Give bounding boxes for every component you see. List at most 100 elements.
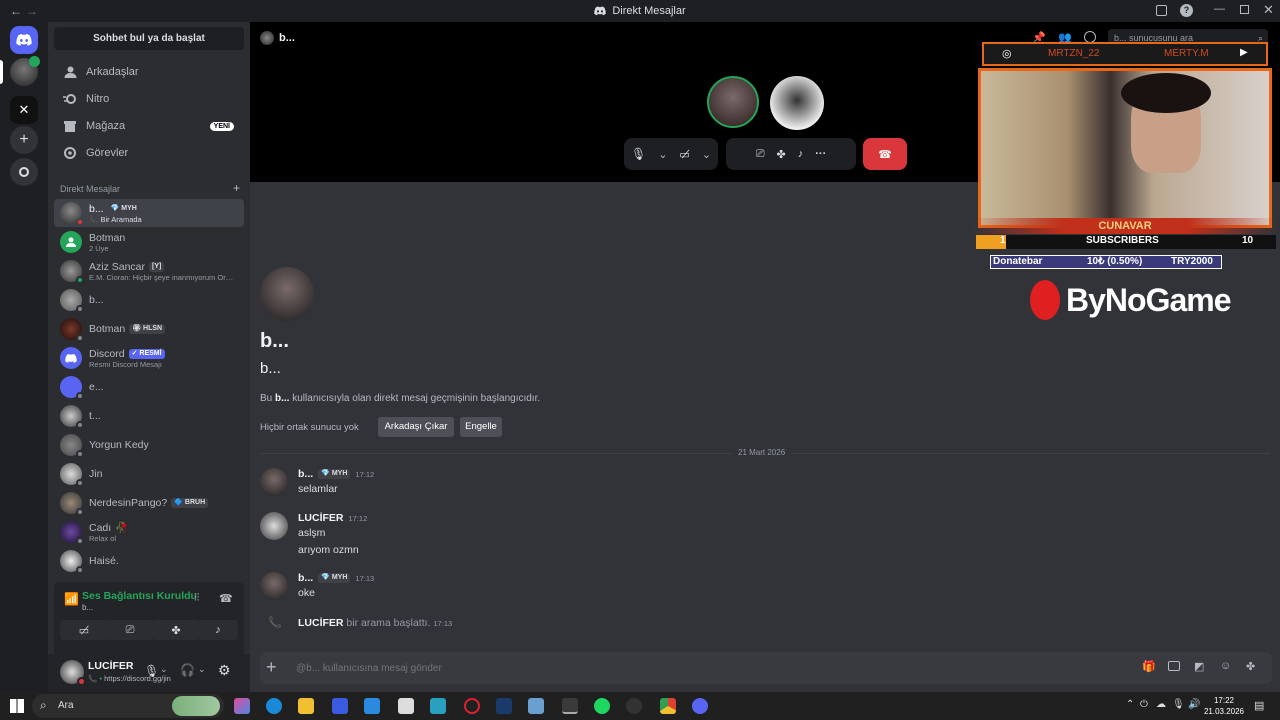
message-author[interactable]: b...	[298, 572, 313, 584]
discord-taskbar-icon[interactable]	[692, 698, 708, 714]
call-server-avatar[interactable]	[10, 56, 40, 86]
dm-item[interactable]: e...	[54, 373, 244, 401]
taskbar-search[interactable]: ⌕ Ara	[32, 694, 224, 718]
chevron-down-icon[interactable]: ⌄	[198, 664, 206, 675]
spotify-icon[interactable]	[594, 698, 610, 714]
headphones-icon[interactable]: 🎧	[180, 663, 195, 677]
noise-suppression-icon[interactable]: ⫶⫶	[194, 592, 200, 605]
dm-item[interactable]: Discord ✓ RESMİ Resmi Discord Mesajı	[54, 344, 244, 372]
dm-item[interactable]: b... 💎 MYH 📞 Bir Aramada	[54, 199, 244, 227]
server-icon-wings[interactable]: ✕	[10, 96, 38, 124]
screenshare-button[interactable]: ⎚	[106, 620, 154, 640]
sticker-icon[interactable]: ◩	[1194, 660, 1204, 673]
add-server-icon[interactable]: +	[10, 126, 38, 154]
subs-goal: 10	[1242, 235, 1254, 246]
app-icon[interactable]	[528, 698, 544, 714]
close-button[interactable]: ✕	[1263, 2, 1274, 18]
store-icon[interactable]	[332, 698, 348, 714]
header-name[interactable]: b...	[279, 32, 295, 44]
volume-icon[interactable]: 🔊	[1188, 699, 1200, 710]
chrome-icon[interactable]	[660, 698, 676, 714]
explore-icon[interactable]	[10, 158, 38, 186]
maximize-button[interactable]	[1240, 5, 1249, 14]
app-icon[interactable]	[626, 698, 642, 714]
find-conversation-button[interactable]: Sohbet bul ya da başlat	[54, 27, 244, 50]
security-icon[interactable]	[398, 698, 414, 714]
dm-item[interactable]: Cadı 🥀 Relax ol	[54, 518, 244, 546]
gift-icon[interactable]: 🎁	[1142, 660, 1156, 673]
message-input[interactable]	[296, 658, 996, 678]
block-button[interactable]: Engelle	[460, 417, 502, 437]
message-avatar[interactable]	[260, 512, 288, 540]
message[interactable]: b... 💎 MYH 17:12 selamlar	[260, 468, 860, 504]
clock-date[interactable]: 21.03.2026	[1200, 707, 1248, 716]
microphone-icon[interactable]: 🎙	[1172, 699, 1185, 710]
attach-plus-icon[interactable]: +	[266, 657, 277, 678]
soundboard-button[interactable]: ♪	[198, 620, 238, 640]
emoji-icon[interactable]: ☺	[1220, 660, 1231, 672]
message-author[interactable]: LUCİFER	[298, 512, 344, 524]
dm-item[interactable]: Yorgun Kedy	[54, 431, 244, 459]
message-avatar[interactable]	[260, 572, 288, 600]
dm-item[interactable]: Jin	[54, 460, 244, 488]
copilot-icon[interactable]	[234, 698, 250, 714]
nav-friends[interactable]: Arkadaşlar	[54, 60, 244, 84]
file-explorer-icon[interactable]	[298, 698, 314, 714]
voice-status[interactable]: Ses Bağlantısı Kuruldu	[82, 590, 197, 602]
voice-channel[interactable]: b...	[82, 603, 93, 612]
apps-icon[interactable]: ✤	[1246, 660, 1255, 673]
create-dm-icon[interactable]: +	[233, 182, 240, 194]
call-participant-avatar[interactable]	[770, 76, 824, 130]
subscriber-bar: 1 SUBSCRIBERS 10	[976, 235, 1276, 249]
inbox-icon[interactable]	[1156, 5, 1167, 16]
message-author[interactable]: b...	[298, 468, 313, 480]
hang-up-button[interactable]: ☎	[863, 138, 907, 170]
gif-icon[interactable]	[1168, 661, 1180, 671]
dm-sub: Relax ol	[89, 534, 117, 543]
tray-icon[interactable]: ☁	[1156, 699, 1166, 710]
tray-icon[interactable]: ⏻	[1140, 699, 1148, 710]
guild-tag-label: MYH	[331, 574, 348, 581]
chevron-down-icon[interactable]: ⌄	[160, 664, 168, 675]
microphone-icon[interactable]: 🎙	[144, 664, 159, 678]
activities-button[interactable]: ✤	[152, 620, 200, 640]
nav-shop[interactable]: Mağaza YENİ	[54, 114, 244, 138]
opera-icon[interactable]	[464, 698, 480, 714]
dm-item[interactable]: Botman 2 Üye	[54, 228, 244, 256]
dm-item[interactable]: Aziz Sancar [Y] E.M. Cioran: Hiçbir şeye i…	[54, 257, 244, 285]
dm-item[interactable]: t...	[54, 402, 244, 430]
clock-time[interactable]: 17:22	[1204, 696, 1244, 705]
message[interactable]: LUCİFER 17:12 aslşm arıyom ozmn	[260, 512, 860, 562]
message-avatar[interactable]	[260, 468, 288, 496]
call-participant-avatar[interactable]	[707, 76, 759, 128]
dm-home-button[interactable]	[10, 26, 38, 54]
official-badge: ✓ RESMİ	[128, 348, 165, 359]
call-event-author[interactable]: LUCİFER	[298, 617, 344, 629]
help-icon[interactable]: ?	[1180, 4, 1193, 17]
user-avatar[interactable]	[60, 660, 86, 686]
nav-nitro[interactable]: Nitro	[54, 87, 244, 111]
name-banner: CUNAVAR	[972, 218, 1278, 234]
settings-gear-icon[interactable]: ⚙	[218, 662, 231, 679]
shop-icon	[60, 120, 80, 132]
mic-control[interactable]: 🎙 ⌄ ▭̸ ⌄	[624, 138, 718, 170]
dm-item[interactable]: Haisé.	[54, 547, 244, 575]
disconnect-icon[interactable]: ☎	[219, 592, 233, 605]
obs-icon[interactable]	[562, 698, 578, 714]
steam-icon[interactable]	[496, 698, 512, 714]
call-actions[interactable]: ⎚ ✤ ♪ ···	[726, 138, 856, 170]
nav-quests[interactable]: Görevler	[54, 141, 244, 165]
mail-icon[interactable]	[364, 698, 380, 714]
edge-icon[interactable]	[266, 698, 282, 714]
dm-item[interactable]: b...	[54, 286, 244, 314]
tray-chevron-icon[interactable]: ⌃	[1126, 699, 1134, 710]
windows-start-icon[interactable]	[10, 699, 24, 713]
notification-icon[interactable]: ▤	[1254, 699, 1264, 712]
message[interactable]: b... 💎 MYH 17:13 oke	[260, 572, 860, 602]
minimize-button[interactable]: —	[1214, 3, 1225, 15]
remove-friend-button[interactable]: Arkadaşı Çıkar	[378, 417, 454, 437]
dm-item[interactable]: NerdesinPango? 🔷 BRUH	[54, 489, 244, 517]
app-icon[interactable]	[430, 698, 446, 714]
dm-item[interactable]: Botman 🏵 HLSN	[54, 315, 244, 343]
camera-button[interactable]: ▭̸	[60, 620, 108, 640]
